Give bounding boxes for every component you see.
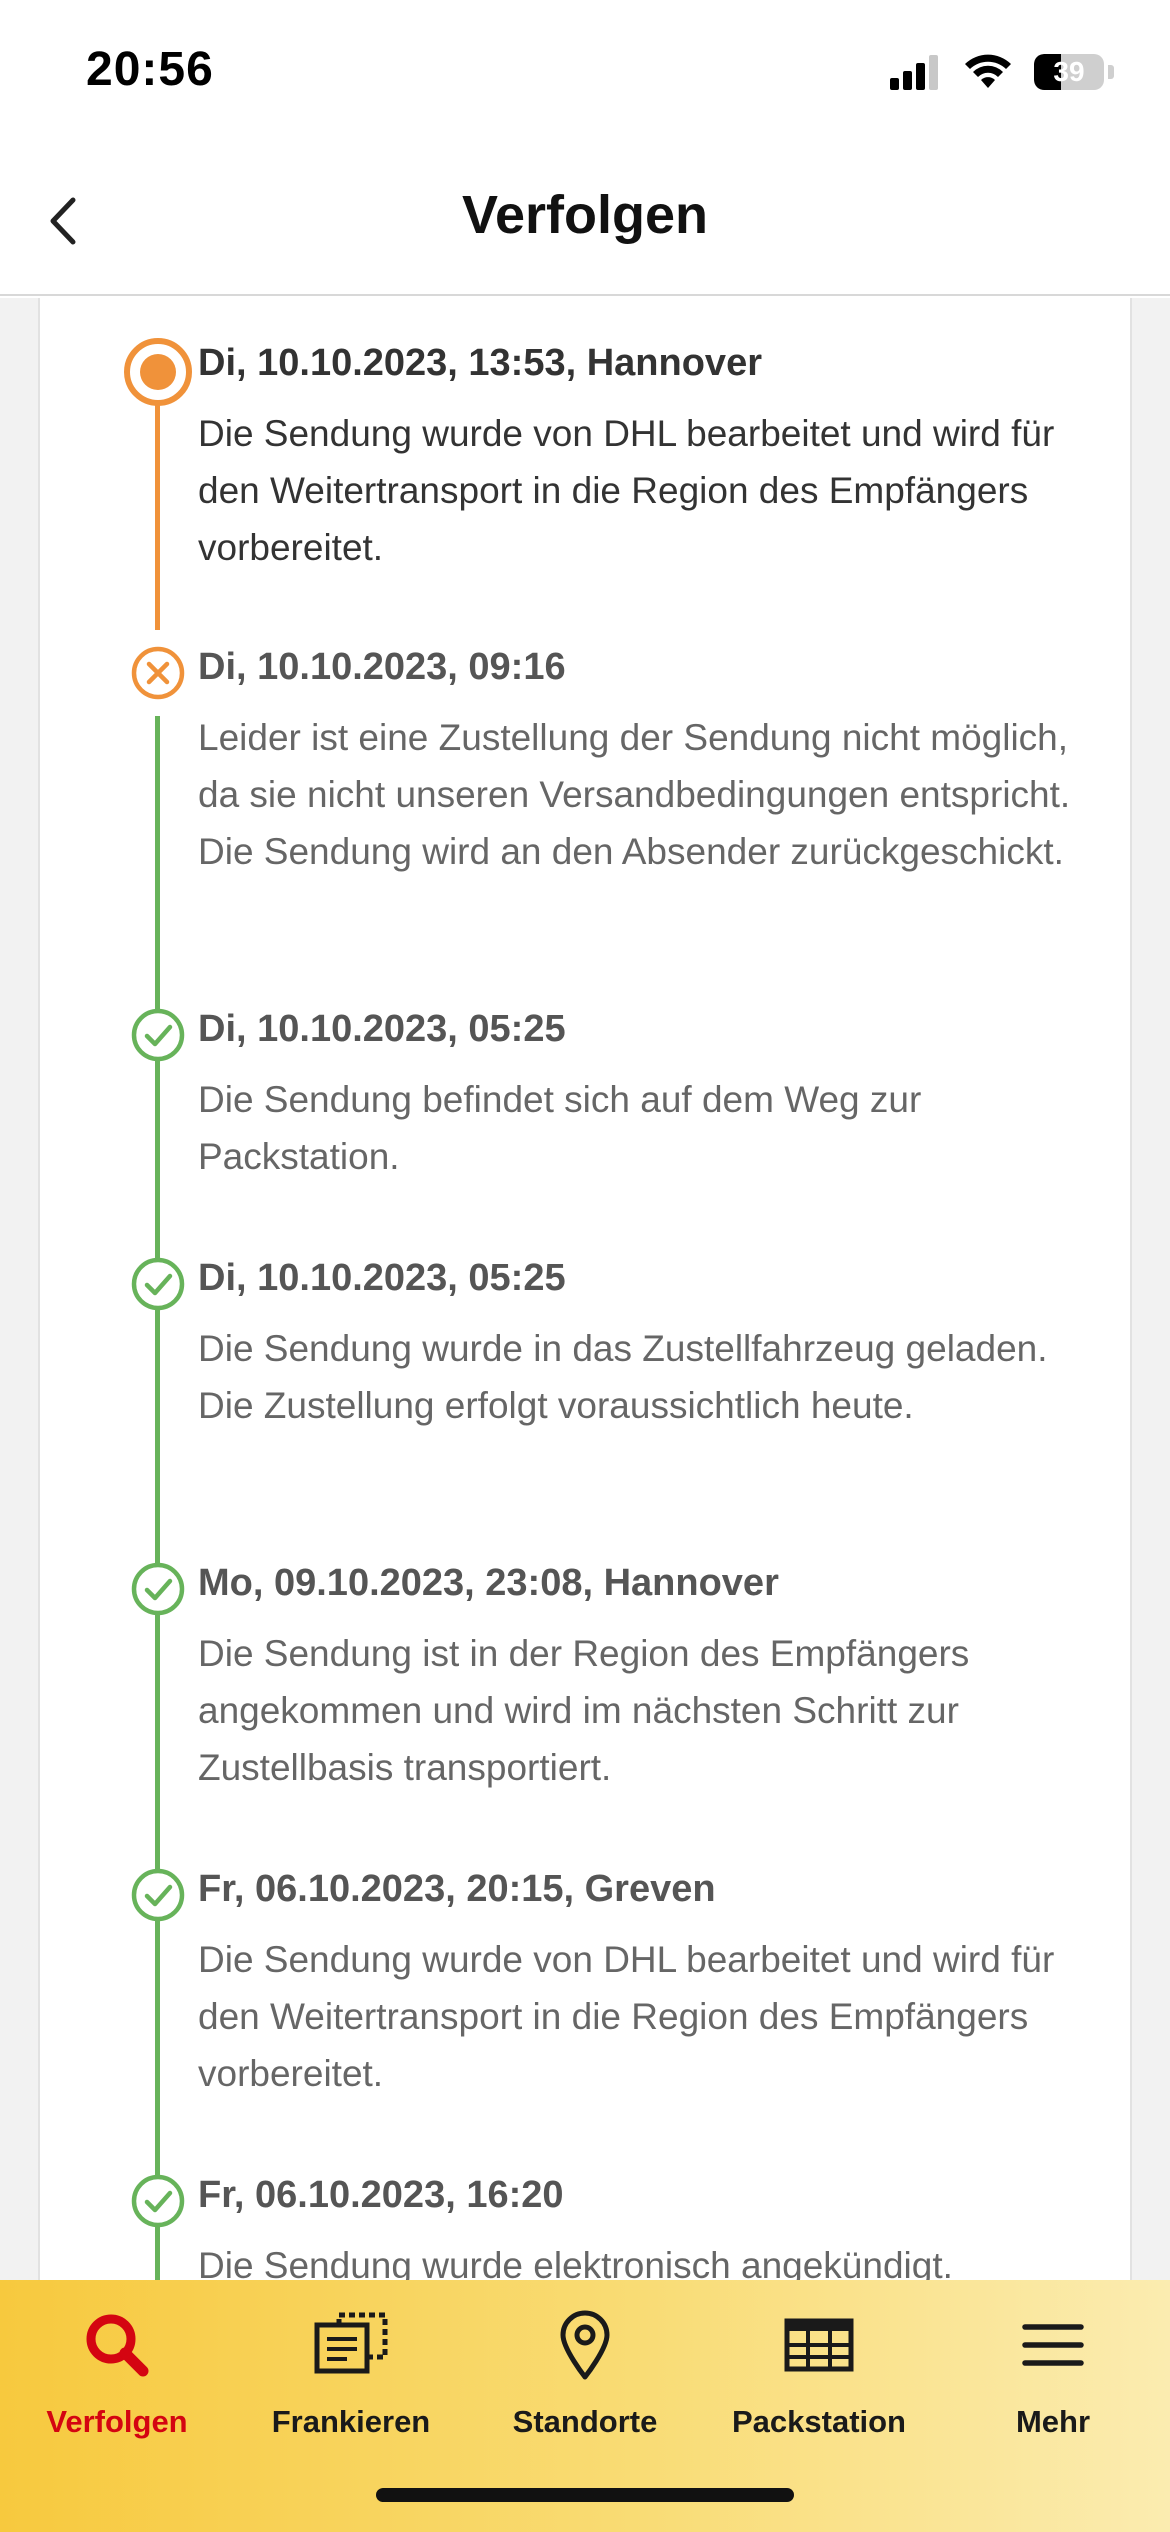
tab-standorte[interactable]: Standorte bbox=[468, 2300, 702, 2480]
battery-nub bbox=[1108, 65, 1114, 79]
tab-label: Mehr bbox=[1015, 2404, 1091, 2439]
page-title: Verfolgen bbox=[461, 185, 709, 245]
timeline-line-orange bbox=[155, 402, 160, 630]
wifi-icon bbox=[965, 54, 1011, 88]
packstation-icon bbox=[784, 2318, 854, 2372]
event-title: Mo, 09.10.2023, 23:08, Hannover bbox=[198, 1562, 779, 1604]
cellular-signal-icon bbox=[890, 55, 938, 90]
navigation-bar: Verfolgen bbox=[0, 150, 1170, 296]
event-title: Fr, 06.10.2023, 16:20 bbox=[198, 2174, 564, 2216]
event-title: Di, 10.10.2023, 09:16 bbox=[198, 646, 566, 688]
tab-label: Standorte bbox=[512, 2404, 658, 2439]
event-description: Die Sendung wurde von DHL bearbeitet und… bbox=[198, 413, 1055, 568]
stamp-icon bbox=[314, 2312, 388, 2374]
event-description: Die Sendung wurde in das Zustellfahrzeug… bbox=[198, 1328, 1048, 1426]
tab-frankieren[interactable]: Frankieren bbox=[234, 2300, 468, 2480]
tab-label: Frankieren bbox=[271, 2404, 431, 2439]
status-time: 20:56 bbox=[86, 43, 214, 96]
event-description: Die Sendung ist in der Region des Empfän… bbox=[198, 1633, 970, 1788]
event-title: Di, 10.10.2023, 05:25 bbox=[198, 1008, 566, 1050]
tab-packstation[interactable]: Packstation bbox=[702, 2300, 936, 2480]
battery-icon: 39 bbox=[1034, 54, 1104, 90]
tracking-content[interactable]: Di, 10.10.2023, 13:53, Hannover Die Send… bbox=[0, 298, 1170, 2280]
event-title: Di, 10.10.2023, 13:53, Hannover bbox=[198, 342, 762, 384]
menu-icon bbox=[1022, 2324, 1084, 2366]
event-description: Die Sendung wurde von DHL bearbeitet und… bbox=[198, 1939, 1055, 2094]
status-bar: 20:56 39 bbox=[0, 0, 1170, 150]
timeline-line-green bbox=[155, 716, 160, 2280]
tab-mehr[interactable]: Mehr bbox=[936, 2300, 1170, 2480]
event-description: Die Sendung wurde elektronisch angekündi… bbox=[198, 2245, 953, 2280]
bottom-tab-bar: Verfolgen Frankieren Standorte Packstati… bbox=[0, 2280, 1170, 2532]
event-title: Fr, 06.10.2023, 20:15, Greven bbox=[198, 1868, 716, 1910]
search-icon bbox=[86, 2314, 149, 2377]
location-pin-icon bbox=[560, 2310, 610, 2380]
event-description: Leider ist eine Zustellung der Sendung n… bbox=[198, 717, 1071, 872]
battery-percentage: 39 bbox=[1053, 56, 1085, 87]
tab-label: Packstation bbox=[731, 2404, 906, 2439]
tracking-timeline-card: Di, 10.10.2023, 13:53, Hannover Die Send… bbox=[38, 298, 1132, 2280]
home-indicator bbox=[376, 2488, 794, 2502]
event-description: Die Sendung befindet sich auf dem Weg zu… bbox=[198, 1079, 922, 1177]
tab-verfolgen[interactable]: Verfolgen bbox=[0, 2300, 234, 2480]
tab-label: Verfolgen bbox=[46, 2404, 188, 2439]
event-title: Di, 10.10.2023, 05:25 bbox=[198, 1257, 566, 1299]
status-icons: 39 bbox=[890, 50, 1114, 94]
